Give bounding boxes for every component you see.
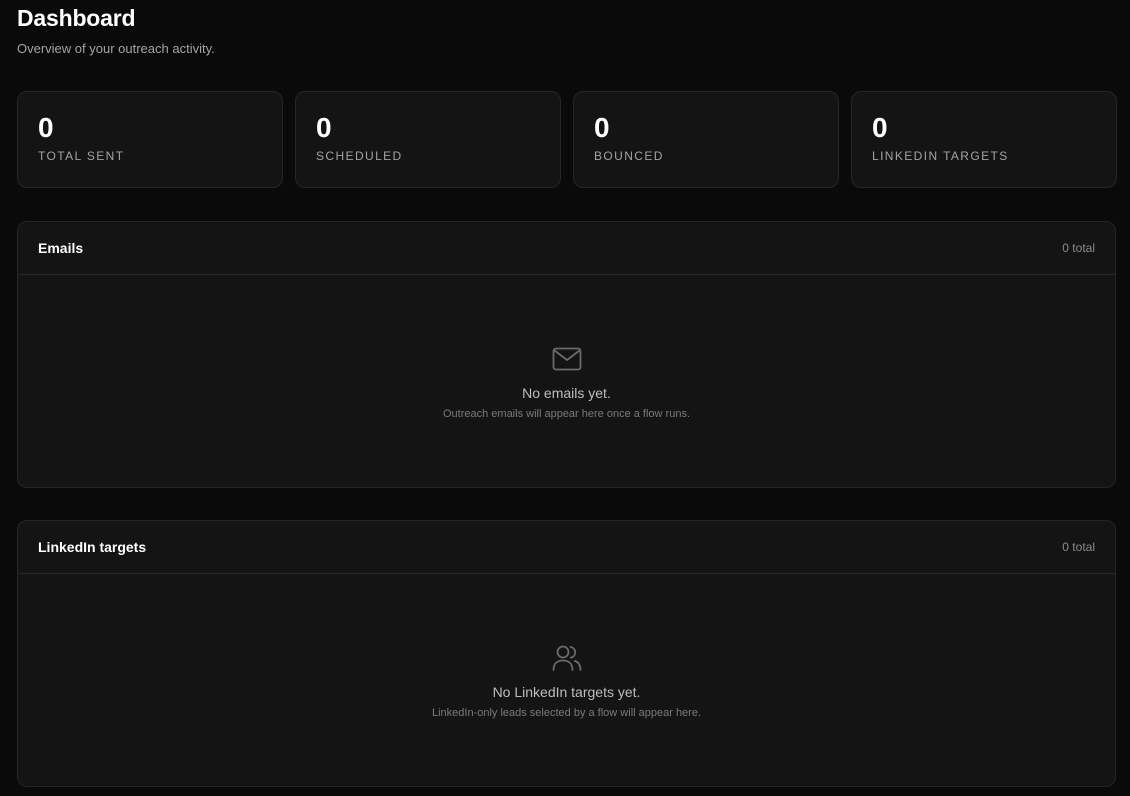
stat-value: 0 [38,112,54,143]
linkedin-empty-state: No LinkedIn targets yet. LinkedIn-only l… [18,574,1115,786]
linkedin-panel-header: LinkedIn targets 0 total [18,521,1115,574]
emails-count: 0 total [1062,241,1095,255]
emails-panel-header: Emails 0 total [18,222,1115,275]
emails-empty-state: No emails yet. Outreach emails will appe… [18,275,1115,487]
page-title: Dashboard [17,5,136,31]
emails-empty-title: No emails yet. [522,384,611,401]
mail-icon [551,343,583,375]
linkedin-count: 0 total [1062,540,1095,554]
stat-card-scheduled: 0 SCHEDULED [295,91,561,188]
stat-label: BOUNCED [594,149,664,163]
stat-label: LINKEDIN TARGETS [872,149,1009,163]
stat-card-linkedin-targets: 0 LINKEDIN TARGETS [851,91,1117,188]
stats-row: 0 TOTAL SENT 0 SCHEDULED 0 BOUNCED 0 LIN… [17,91,1117,188]
linkedin-panel-title: LinkedIn targets [38,539,147,555]
users-icon [551,642,583,674]
stat-value: 0 [872,112,888,143]
linkedin-panel: LinkedIn targets 0 total No LinkedIn tar… [17,520,1116,787]
emails-panel: Emails 0 total No emails yet. Outreach e… [17,221,1116,488]
linkedin-empty-title: No LinkedIn targets yet. [492,683,641,700]
emails-empty-description: Outreach emails will appear here once a … [442,407,690,420]
stat-value: 0 [594,112,610,143]
stat-label: TOTAL SENT [38,149,125,163]
emails-panel-title: Emails [38,240,84,256]
stat-card-total-sent: 0 TOTAL SENT [17,91,283,188]
stat-label: SCHEDULED [316,149,403,163]
linkedin-empty-description: LinkedIn-only leads selected by a flow w… [431,706,702,719]
stat-card-bounced: 0 BOUNCED [573,91,839,188]
page-subtitle: Overview of your outreach activity. [17,41,215,56]
dashboard-page: Dashboard Overview of your outreach acti… [0,0,1130,796]
stat-value: 0 [316,112,332,143]
